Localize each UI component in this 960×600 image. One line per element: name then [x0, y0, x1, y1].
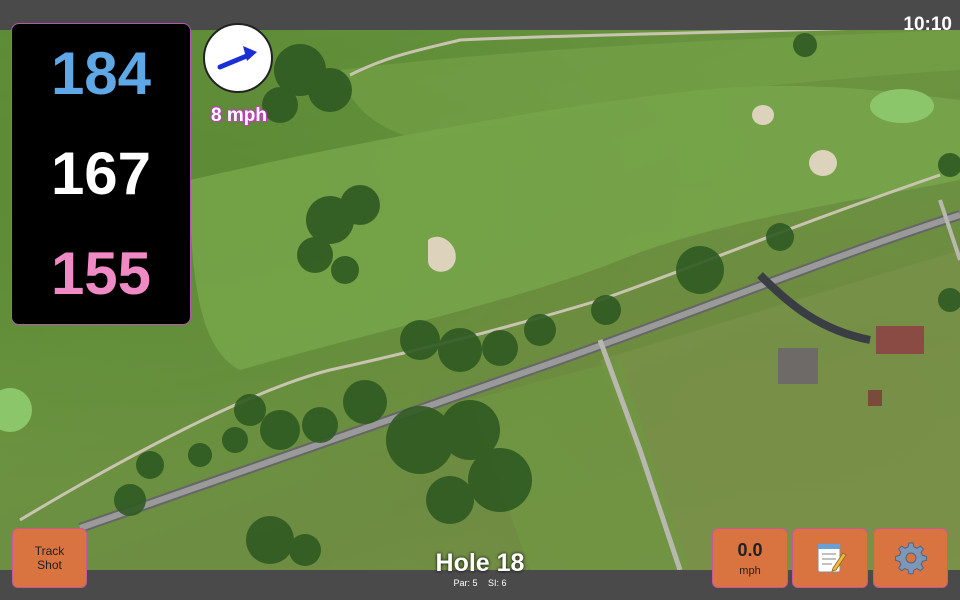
distance-panel: 184 167 155 [11, 23, 191, 325]
hole-par: Par: 5 [453, 578, 478, 588]
hole-si: SI: 6 [488, 578, 507, 588]
hole-details: Par: 5 SI: 6 [380, 578, 580, 588]
speed-button[interactable]: 0.0 mph [712, 528, 788, 588]
distance-back: 184 [50, 40, 152, 107]
wind-indicator [203, 23, 273, 93]
notepad-icon [817, 543, 847, 573]
settings-button[interactable] [873, 528, 948, 588]
track-shot-label-line2: Shot [37, 558, 62, 572]
distance-front: 155 [50, 240, 152, 307]
track-shot-label-line1: Track [34, 544, 65, 558]
track-shot-button[interactable]: Track Shot [12, 528, 87, 588]
speed-unit: mph [739, 564, 761, 577]
speed-value: 0.0 [737, 539, 763, 560]
notes-button[interactable] [792, 528, 868, 588]
wind-speed: 8 mph [211, 105, 267, 126]
wind-direction-arrow-icon [217, 46, 257, 70]
hole-info: Hole 18 Par: 5 SI: 6 [380, 548, 580, 588]
gear-icon [894, 542, 927, 575]
hole-title: Hole 18 [435, 549, 525, 577]
distance-center: 167 [50, 140, 152, 207]
